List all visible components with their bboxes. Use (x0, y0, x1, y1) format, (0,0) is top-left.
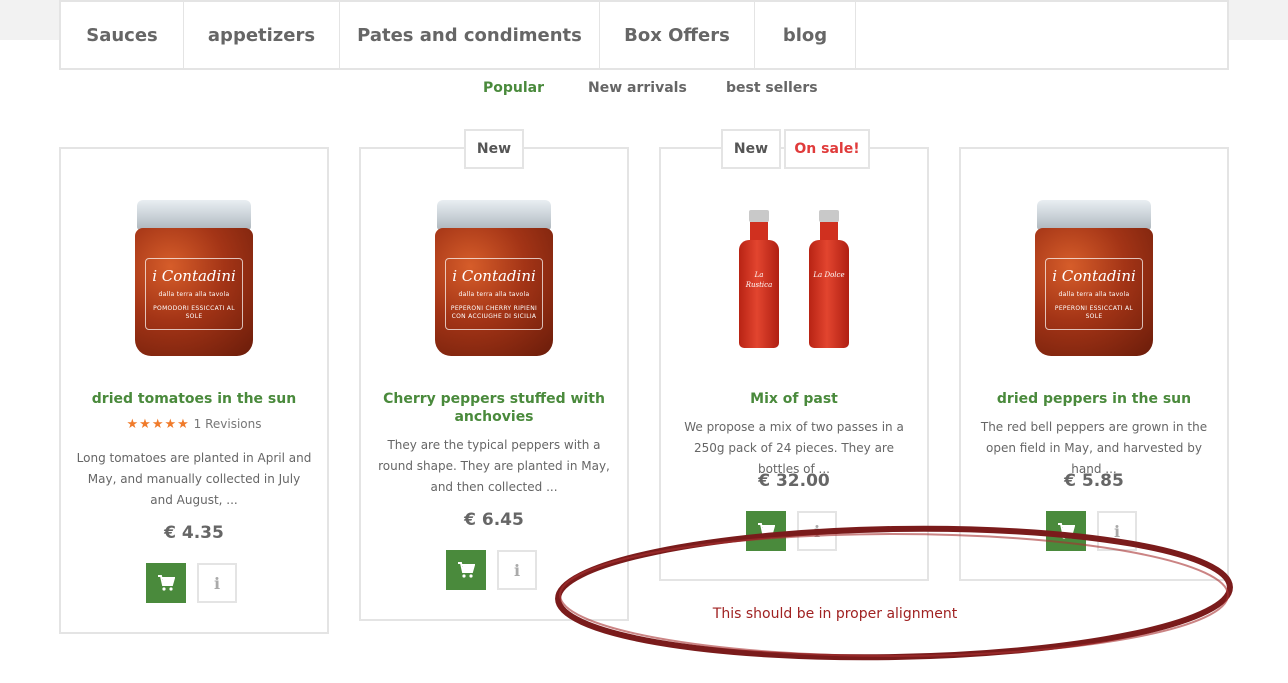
product-title[interactable]: dried tomatoes in the sun (69, 390, 319, 408)
add-to-cart-button[interactable] (146, 563, 186, 603)
cart-icon (458, 562, 475, 578)
jar-label: PEPERONI ESSICCATI AL SOLE (1054, 305, 1134, 320)
jar-brand: i Contadini (1052, 267, 1136, 285)
info-button[interactable]: i (197, 563, 237, 603)
jar-label: PEPERONI CHERRY RIPIENI CON ACCIUGHE DI … (450, 305, 538, 320)
tab-best-sellers[interactable]: best sellers (726, 80, 818, 96)
jar-brand: i Contadini (452, 267, 536, 285)
tab-new-arrivals[interactable]: New arrivals (588, 80, 687, 96)
cart-icon (158, 575, 175, 591)
product-card: i Contadini dalla terra alla tavola POMO… (59, 147, 329, 634)
product-card: New On sale! La Rustica La Dolce Mix of … (659, 129, 929, 581)
star-rating-icon: ★★★★★ (126, 417, 190, 432)
new-badge: New (464, 129, 524, 169)
nav-item-blog[interactable]: blog (755, 2, 856, 68)
product-card: i Contadini dalla terra alla tavola PEPE… (959, 147, 1229, 581)
jar-image: i Contadini dalla terra alla tavola POMO… (135, 200, 253, 358)
new-badge: New (721, 129, 781, 169)
add-to-cart-button[interactable] (446, 550, 486, 590)
nav-item-box-offers[interactable]: Box Offers (600, 2, 755, 68)
info-icon: i (513, 560, 521, 580)
product-image[interactable]: i Contadini dalla terra alla tavola PEPE… (961, 189, 1227, 369)
jar-image: i Contadini dalla terra alla tavola PEPE… (1035, 200, 1153, 358)
product-rating: ★★★★★ 1 Revisions (61, 417, 327, 432)
annotation-text: This should be in proper alignment (712, 606, 958, 622)
info-button[interactable]: i (497, 550, 537, 590)
on-sale-badge: On sale! (784, 129, 870, 169)
bottle-label: La Rustica (745, 271, 773, 289)
category-nav: Sauces appetizers Pates and condiments B… (59, 0, 1229, 70)
bottles-image: La Rustica La Dolce (739, 210, 849, 348)
info-icon: i (213, 573, 221, 593)
product-price: € 32.00 (758, 471, 830, 491)
product-description: Long tomatoes are planted in April and M… (76, 451, 312, 507)
jar-subtitle: dalla terra alla tavola (458, 291, 530, 298)
tab-popular[interactable]: Popular (483, 80, 544, 96)
product-image[interactable]: La Rustica La Dolce (661, 189, 927, 369)
product-price: € 4.35 (164, 523, 224, 543)
product-title[interactable]: Mix of past (669, 390, 919, 408)
annotation-ellipse (555, 525, 1233, 661)
product-image[interactable]: i Contadini dalla terra alla tavola PEPE… (361, 189, 627, 369)
product-price: € 5.85 (1064, 471, 1124, 491)
product-image[interactable]: i Contadini dalla terra alla tavola POMO… (61, 189, 327, 369)
bottle-label: La Dolce (813, 271, 845, 279)
product-title[interactable]: Cherry peppers stuffed with anchovies (369, 390, 619, 426)
review-count[interactable]: 1 Revisions (194, 417, 262, 431)
jar-image: i Contadini dalla terra alla tavola PEPE… (435, 200, 553, 358)
product-tabs: Popular New arrivals best sellers (0, 80, 1288, 100)
nav-item-sauces[interactable]: Sauces (61, 2, 184, 68)
jar-label: POMODORI ESSICCATI AL SOLE (153, 305, 235, 320)
product-title[interactable]: dried peppers in the sun (969, 390, 1219, 408)
nav-item-pates-and-condiments[interactable]: Pates and condiments (340, 2, 600, 68)
product-description: They are the typical peppers with a roun… (378, 438, 610, 494)
jar-brand: i Contadini (152, 267, 236, 285)
jar-subtitle: dalla terra alla tavola (1058, 291, 1130, 298)
jar-subtitle: dalla terra alla tavola (158, 291, 230, 298)
nav-item-appetizers[interactable]: appetizers (184, 2, 340, 68)
